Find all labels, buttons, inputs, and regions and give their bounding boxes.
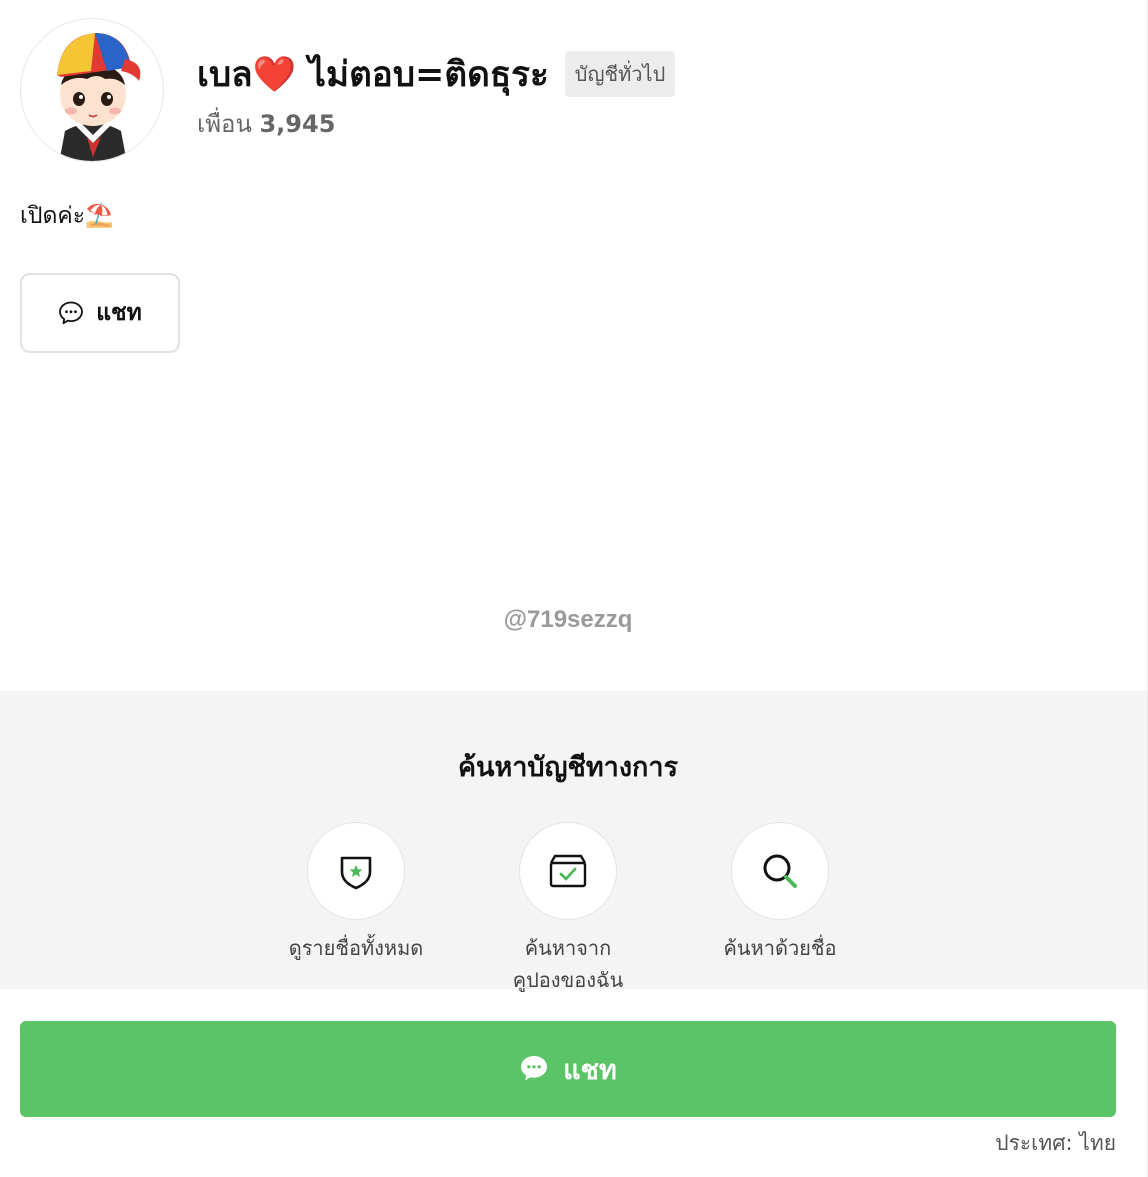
status-message: เปิดค่ะ⛱️ bbox=[20, 203, 114, 229]
friends-count: 3,945 bbox=[259, 110, 336, 138]
speech-bubble-icon bbox=[521, 1056, 548, 1081]
shortcut-label: ค้นหาด้วยชื่อ bbox=[724, 932, 837, 964]
shield-star-icon bbox=[340, 856, 372, 890]
shortcut-label: ดูรายชื่อทั้งหมด bbox=[289, 932, 424, 964]
chat-button-label: แชท bbox=[96, 300, 142, 326]
shortcut-circle bbox=[519, 822, 617, 920]
profile-display-name: เบล❤️ ไม่ตอบ=ติดธุระ bbox=[197, 54, 549, 95]
friends-label: เพื่อน bbox=[197, 110, 252, 138]
shortcut-label-line1: ดูรายชื่อทั้งหมด bbox=[288, 936, 424, 960]
chat-primary-button[interactable]: แชท bbox=[20, 1021, 1116, 1117]
search-coupons-shortcut[interactable]: ค้นหาจาก คูปองของฉัน bbox=[468, 822, 668, 996]
profile-name-row: เบล❤️ ไม่ตอบ=ติดธุระ บัญชีทั่วไป bbox=[197, 50, 676, 98]
profile-avatar[interactable] bbox=[20, 18, 164, 162]
shortcut-circle bbox=[731, 822, 829, 920]
official-account-discovery: ค้นหาบัญชีทางการ ดูรายชื่อทั้งหมด ค้นหาจ… bbox=[0, 691, 1148, 992]
shortcut-circle bbox=[307, 822, 405, 920]
shortcut-label: ค้นหาจาก คูปองของฉัน bbox=[513, 932, 624, 996]
search-by-name-shortcut[interactable]: ค้นหาด้วยชื่อ bbox=[680, 822, 880, 964]
friends-count-line: เพื่อน 3,945 bbox=[197, 104, 335, 143]
coupon-box-icon bbox=[549, 854, 587, 888]
chat-primary-label: แชท bbox=[563, 1054, 617, 1086]
discovery-title: ค้นหาบัญชีทางการ bbox=[457, 752, 679, 783]
profile-page: เบล❤️ ไม่ตอบ=ติดธุระ บัญชีทั่วไป เพื่อน … bbox=[0, 0, 1148, 1177]
cartoon-boy-avatar-icon bbox=[57, 33, 141, 161]
search-icon bbox=[763, 854, 797, 888]
country-label: ประเทศ: ไทย bbox=[995, 1131, 1116, 1155]
shortcut-label-line1: ค้นหาด้วยชื่อ bbox=[723, 936, 837, 960]
view-all-list-shortcut[interactable]: ดูรายชื่อทั้งหมด bbox=[256, 822, 456, 964]
chat-button[interactable]: แชท bbox=[20, 273, 180, 353]
account-type-badge: บัญชีทั่วไป bbox=[564, 51, 676, 97]
speech-bubble-icon bbox=[59, 301, 84, 325]
line-id: @719sezzq bbox=[503, 606, 633, 633]
shortcut-label-line1: ค้นหาจาก bbox=[524, 936, 612, 960]
shortcut-label-line2: คูปองของฉัน bbox=[512, 968, 624, 992]
